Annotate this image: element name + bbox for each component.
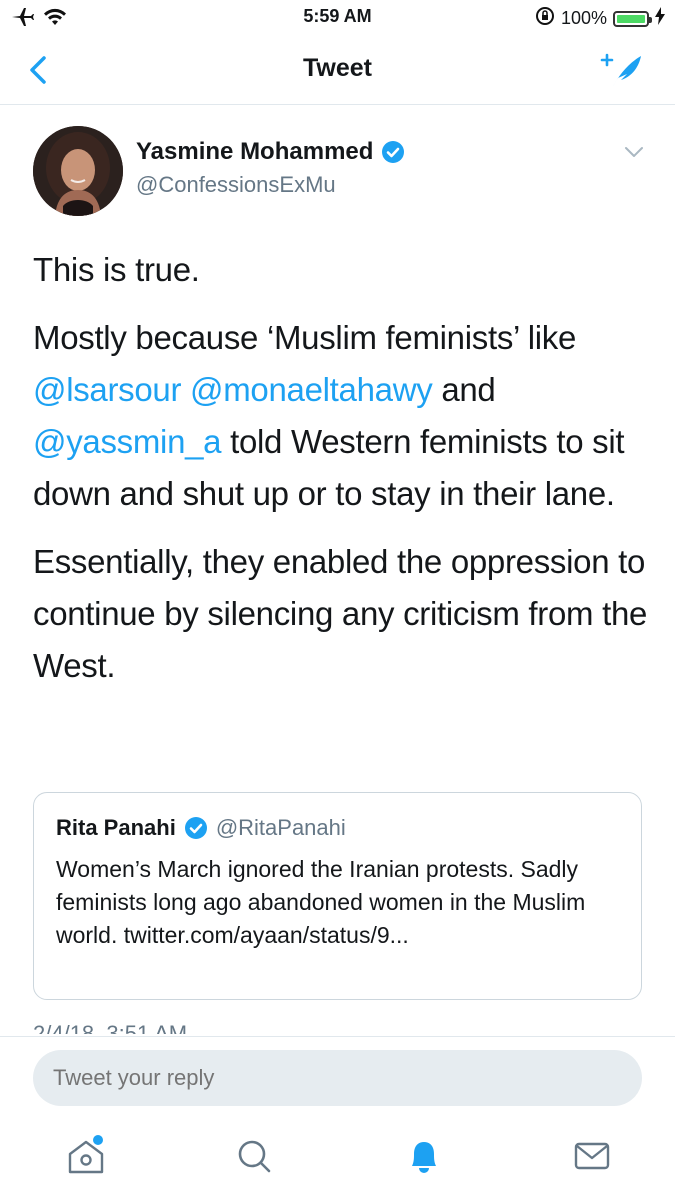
- author-name[interactable]: Yasmine Mohammed: [136, 138, 373, 166]
- author-handle[interactable]: @ConfessionsExMu: [136, 172, 336, 198]
- tweet-paragraph: Mostly because ‘Muslim feminists’ like @…: [33, 312, 648, 520]
- quoted-tweet[interactable]: Rita Panahi @RitaPanahi Women’s March ig…: [33, 792, 642, 1000]
- tab-search[interactable]: [232, 1134, 276, 1178]
- tweet-paragraph: Essentially, they enabled the oppression…: [33, 543, 648, 684]
- compose-feather-icon: [600, 53, 641, 86]
- tweet-text: This is true. Mostly because ‘Muslim fem…: [33, 244, 648, 708]
- tweet-text-segment: Mostly because ‘Muslim feminists’ like: [33, 319, 577, 356]
- nav-bar: Tweet: [0, 36, 675, 105]
- status-bar: 5:59 AM 100%: [0, 0, 675, 36]
- notifications-bell-icon: [412, 1142, 436, 1173]
- messages-envelope-icon: [574, 1142, 610, 1170]
- mention-link[interactable]: @yassmin_a: [33, 423, 222, 460]
- search-icon: [238, 1140, 271, 1173]
- home-icon: [68, 1135, 104, 1174]
- page-title: Tweet: [303, 54, 372, 82]
- quoted-tweet-text: Women’s March ignored the Iranian protes…: [56, 856, 586, 948]
- mention-link[interactable]: @lsarsour: [33, 371, 181, 408]
- avatar[interactable]: [33, 126, 123, 216]
- chevron-down-icon: [625, 147, 643, 157]
- divider: [0, 1036, 675, 1037]
- tab-notifications[interactable]: [402, 1134, 446, 1178]
- tab-home[interactable]: [64, 1134, 108, 1178]
- tab-bar: [0, 1126, 675, 1200]
- tweet-options-button[interactable]: [622, 142, 646, 162]
- status-bar-right: 100%: [535, 6, 665, 31]
- compose-button[interactable]: [599, 50, 647, 90]
- author-name-row[interactable]: Yasmine Mohammed: [136, 138, 405, 166]
- tweet-text-segment: and: [432, 371, 496, 408]
- battery-percent: 100%: [560, 8, 607, 28]
- battery-icon: [613, 10, 652, 27]
- charging-icon: [655, 7, 665, 30]
- avatar-image: [33, 126, 123, 216]
- verified-badge-icon: [184, 817, 207, 839]
- mention-link[interactable]: @monaeltahawy: [190, 371, 433, 408]
- reply-input[interactable]: [33, 1050, 642, 1106]
- verified-badge-icon: [382, 141, 405, 163]
- quoted-tweet-header: Rita Panahi @RitaPanahi: [56, 815, 346, 841]
- rotation-lock-icon: [535, 6, 555, 31]
- quoted-author-name: Rita Panahi: [56, 815, 176, 840]
- tweet-timestamp: 2/4/18, 3:51 AM: [33, 1022, 187, 1034]
- tweet-paragraph: This is true.: [33, 251, 200, 288]
- quoted-author-handle: @RitaPanahi: [215, 815, 346, 840]
- tab-messages[interactable]: [570, 1134, 614, 1178]
